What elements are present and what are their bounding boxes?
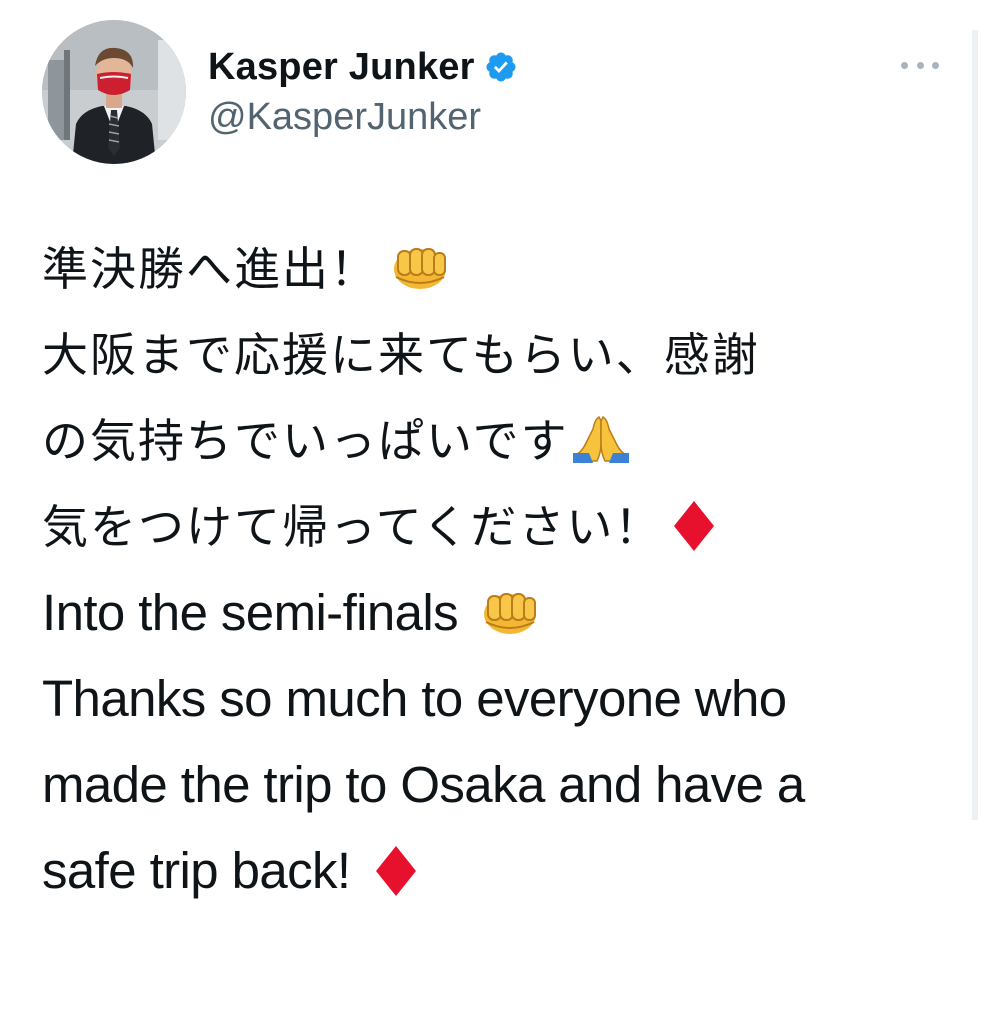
more-dot-icon: [916, 61, 924, 69]
tweet-line: Thanks so much to everyone who: [42, 656, 942, 742]
tweet-line-text: Into the semi-finals: [42, 584, 459, 641]
tweet-line: safe trip back!: [42, 828, 942, 914]
tweet-text: 準決勝へ進出！ 大阪まで応援に来てもらい、感謝 の気持ちでいっぱいです 気をつけ…: [42, 226, 942, 914]
tweet-line: 気をつけて帰ってください！: [42, 484, 942, 570]
tweet-line-text: 準決勝へ進出！: [42, 242, 378, 296]
verified-badge-icon: [486, 52, 516, 82]
oncoming-fist-icon: [484, 593, 537, 634]
tweet-line-text: 気をつけて帰ってください！: [42, 500, 663, 554]
tweet-line-text: made the trip to Osaka and have a: [42, 756, 805, 813]
tweet-line-text: safe trip back!: [42, 842, 351, 899]
tweet-line: Into the semi-finals: [42, 570, 942, 656]
tweet-card: Kasper Junker @KasperJunker 準決勝へ進出！ 大阪まで…: [0, 0, 988, 1024]
tweet-line-text: Thanks so much to everyone who: [42, 670, 787, 727]
more-options-button[interactable]: [897, 52, 943, 78]
author-handle[interactable]: @KasperJunker: [208, 96, 481, 139]
tweet-line: 大阪まで応援に来てもらい、感謝: [42, 312, 942, 398]
more-dot-icon: [901, 61, 908, 69]
tweet-line: made the trip to Osaka and have a: [42, 742, 942, 828]
avatar[interactable]: [42, 20, 186, 164]
author-name-row[interactable]: Kasper Junker: [208, 42, 518, 92]
oncoming-fist-icon: [394, 248, 446, 289]
tweet-line-text: の気持ちでいっぱいです: [42, 414, 569, 468]
more-dot-icon: [932, 61, 939, 69]
folded-hands-icon: [572, 415, 629, 463]
scrollbar-track[interactable]: [972, 30, 978, 820]
author-display-name[interactable]: Kasper Junker: [208, 46, 475, 89]
tweet-line: 準決勝へ進出！: [42, 226, 942, 312]
tweet-line-text: 大阪まで応援に来てもらい、感謝: [42, 328, 760, 382]
tweet-line: の気持ちでいっぱいです: [42, 398, 942, 484]
red-diamond-icon: [674, 501, 715, 551]
red-diamond-icon: [376, 846, 417, 896]
